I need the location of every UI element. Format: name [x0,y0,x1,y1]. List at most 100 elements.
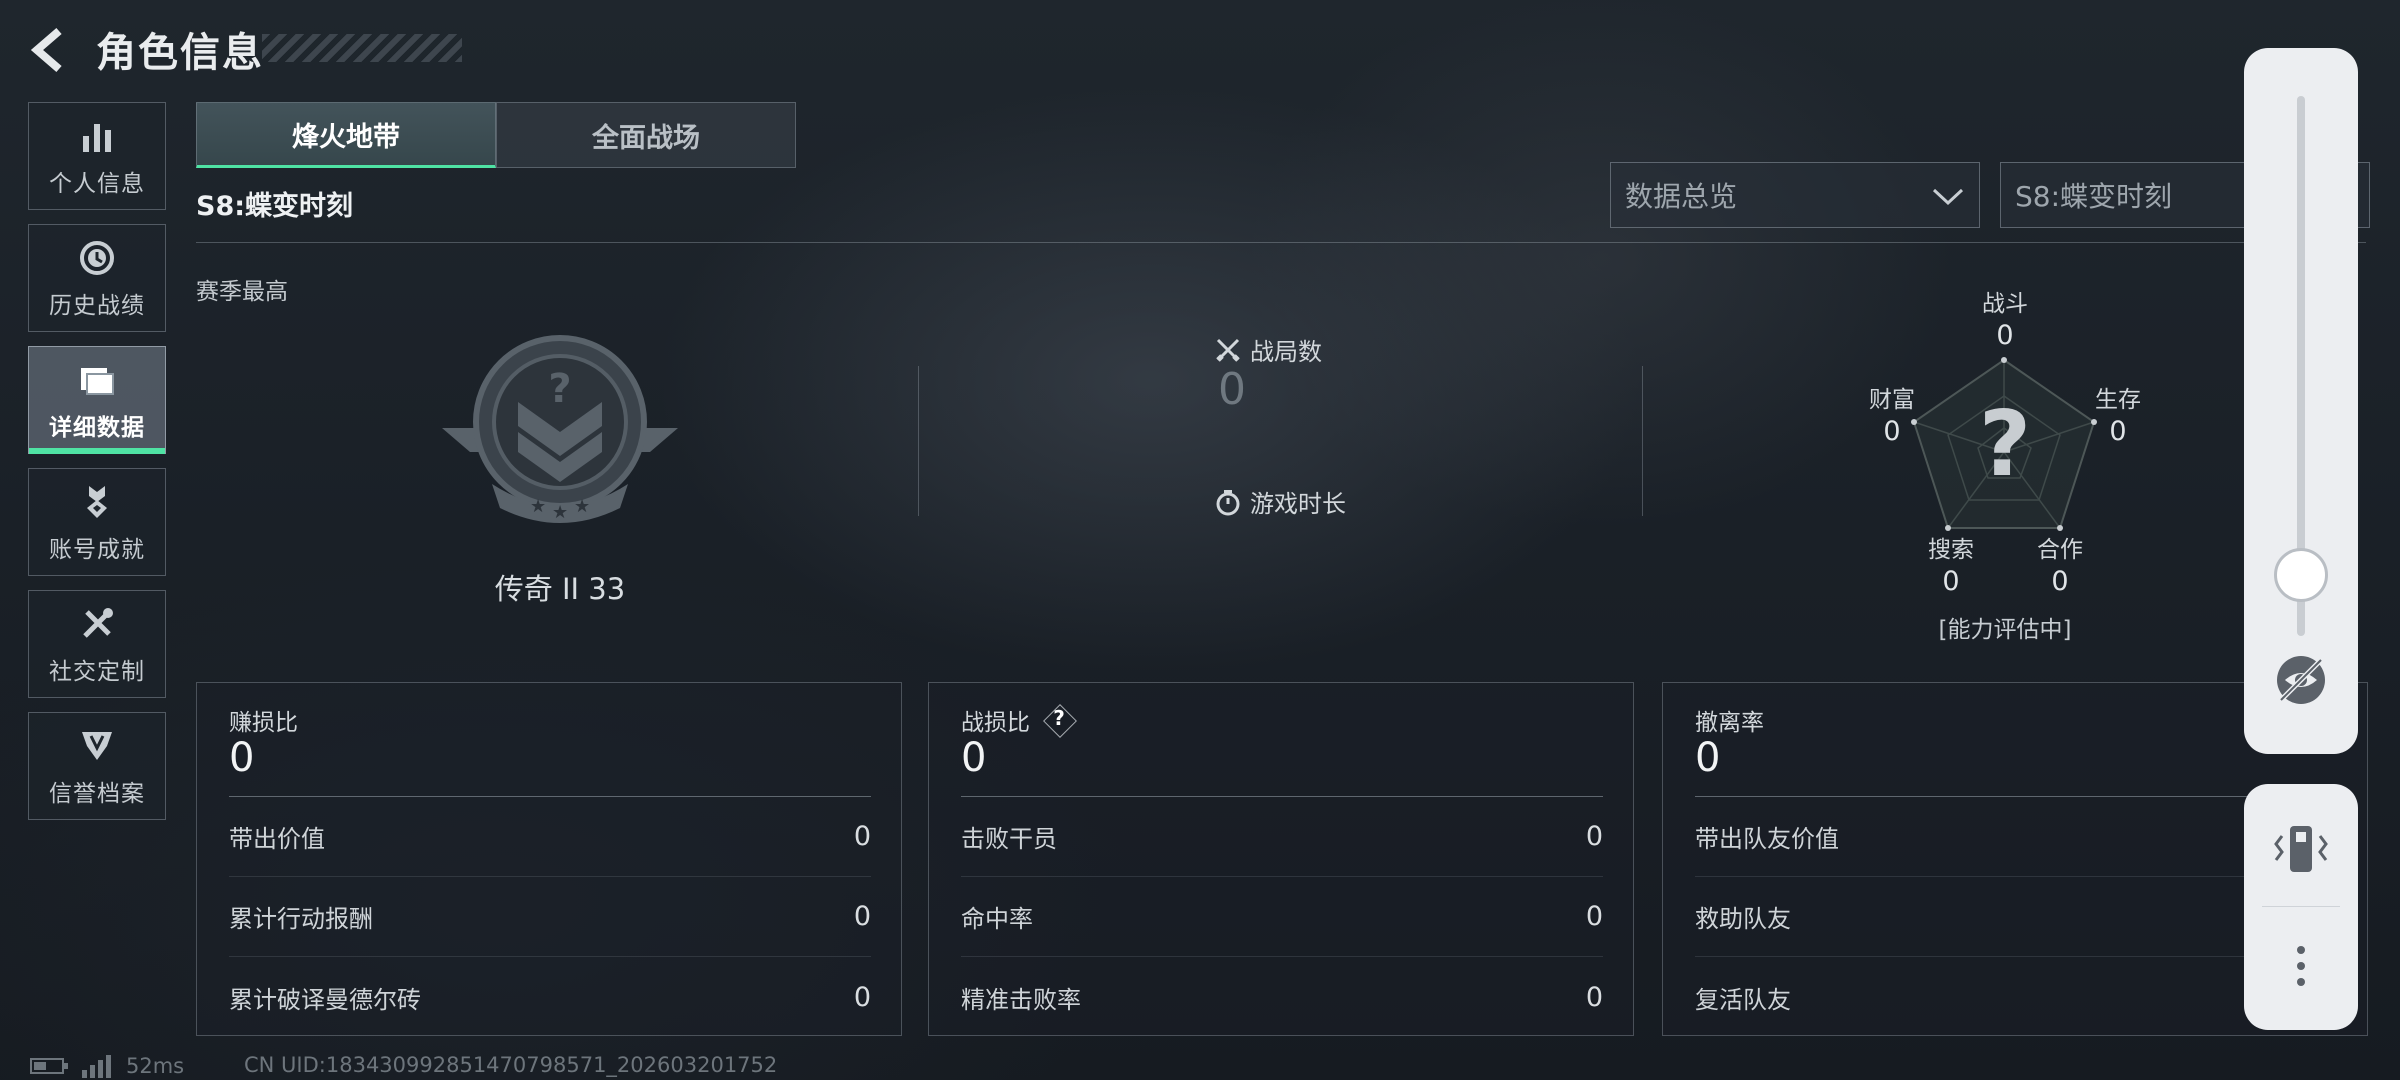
divider [2262,906,2340,907]
battery-icon [30,1058,68,1074]
help-icon[interactable]: ? [1044,705,1074,735]
divider [196,242,2366,243]
row-value: 0 [1585,901,1603,932]
radar-value-cooperation: 0 [2051,566,2069,597]
sidebar-item-reputation[interactable]: 信誉档案 [28,712,166,820]
radar-center-mark: ? [1978,392,2032,497]
mode-tabs: 烽火地带 全面战场 [196,102,796,168]
playtime-label: 游戏时长 [1250,490,1346,518]
season-best-label: 赛季最高 [196,279,288,305]
svg-text:?: ? [548,366,571,412]
radar-value-combat: 0 [1996,320,2014,351]
matches-label: 战局数 [1250,338,1322,366]
list-item: 精准击败率 0 [961,957,1603,1037]
hide-toggle-button[interactable] [2271,650,2331,710]
radar-label-combat: 战斗 [1982,291,2028,317]
list-item: 复活队友 [1695,957,2337,1037]
assessment-status: [能力评估中] [1938,617,2072,643]
tab-full-battlefield[interactable]: 全面战场 [496,102,796,168]
radar-label-survival: 生存 [2095,387,2141,413]
back-arrow-icon [30,27,62,73]
divider [1642,366,1643,516]
data-view-dropdown[interactable]: 数据总览 [1610,162,1980,228]
ping-value: 52ms [126,1054,185,1078]
eye-slash-icon [2277,656,2325,704]
sidebar-item-detailed-data[interactable]: 详细数据 [28,346,166,454]
radar-value-search: 0 [1942,566,1960,597]
crossed-swords-icon [1214,336,1242,364]
sidebar-item-personal-info[interactable]: 个人信息 [28,102,166,210]
row-label: 命中率 [961,905,1033,933]
row-label: 救助队友 [1695,905,1791,933]
panel-value: 0 [1695,735,1721,781]
row-label: 复活队友 [1695,985,1791,1014]
sidebar-item-label: 个人信息 [49,171,145,197]
help-mark: ? [1053,706,1065,730]
sidebar-item-achievements[interactable]: 账号成就 [28,468,166,576]
matches-stat: 战局数 [1214,332,1322,367]
slider-handle[interactable] [2274,548,2328,602]
folder-icon [75,358,119,402]
row-label: 带出队友价值 [1695,825,1839,853]
playtime-stat: 游戏时长 [1214,484,1346,519]
vibrate-button[interactable] [2266,814,2336,884]
floating-tools-panel [2244,784,2358,1030]
radar-value-survival: 0 [2109,416,2127,447]
list-item: 带出价值 0 [229,797,871,877]
row-label: 累计行动报酬 [229,905,373,933]
sidebar-item-label: 详细数据 [49,415,145,441]
vibrate-icon [2274,826,2328,872]
row-label: 精准击败率 [961,985,1081,1014]
svg-text:★: ★ [552,502,568,523]
row-value: 0 [1585,981,1603,1013]
medal-icon [75,480,119,524]
row-label: 击败干员 [961,825,1057,853]
radar-label-search: 搜索 [1928,537,1974,563]
more-options-button[interactable] [2281,930,2321,1002]
sidebar-item-history[interactable]: 历史战绩 [28,224,166,332]
sidebar-item-social[interactable]: 社交定制 [28,590,166,698]
signal-icon [82,1055,111,1078]
dropdown-value: S8:蝶变时刻 [2015,180,2173,213]
status-bar: 52ms [30,1053,184,1079]
uid-text: CN UID:18343099285147079857​1_2026032017… [244,1053,778,1077]
sidebar-item-label: 历史战绩 [49,293,145,319]
rank-badge-icon: ? ★ ★ ★ [440,332,680,532]
shield-emblem-icon [75,724,119,768]
list-item: 累计破译曼德尔砖 0 [229,957,871,1037]
row-label: 累计破译曼德尔砖 [229,985,421,1014]
bar-chart-icon [75,114,119,158]
floating-control-panel [2244,48,2358,754]
tab-hazard-zone[interactable]: 烽火地带 [196,102,496,168]
panel-value: 0 [961,735,987,781]
sidebar-item-label: 社交定制 [49,659,145,685]
title-decoration [262,34,462,62]
tools-icon [75,602,119,646]
radar-value-wealth: 0 [1883,416,1901,447]
list-item: 累计行动报酬 0 [229,877,871,957]
row-value: 0 [853,821,871,852]
dropdown-value: 数据总览 [1625,180,1738,213]
svg-text:★: ★ [574,496,590,517]
row-value: 0 [853,981,871,1013]
history-icon [75,236,119,280]
panel-title: 战损比 [961,710,1030,736]
back-button[interactable] [26,24,72,76]
divider [918,366,919,516]
page-title: 角色信息 [96,30,264,76]
list-item: 带出队友价值 [1695,797,2337,877]
profit-loss-panel: 赚损比 0 带出价值 0 累计行动报酬 0 累计破译曼德尔砖 0 [196,682,902,1036]
list-item: 命中率 0 [961,877,1603,957]
sidebar-item-label: 信誉档案 [49,781,145,807]
rank-text: 传奇 II 33 [494,572,626,606]
stopwatch-icon [1214,488,1242,516]
panel-title-wrap: 战损比 ? [961,703,1074,737]
panel-title: 撤离率 [1695,710,1764,736]
matches-value: 0 [1218,364,1246,415]
radar-label-cooperation: 合作 [2037,537,2083,563]
radar-label-wealth: 财富 [1869,387,1915,413]
radar-chart [1911,357,2097,531]
kd-panel: 战损比 ? 0 击败干员 0 命中率 0 精准击败率 0 [928,682,1634,1036]
panel-value: 0 [229,735,255,781]
row-value: 0 [853,901,871,932]
